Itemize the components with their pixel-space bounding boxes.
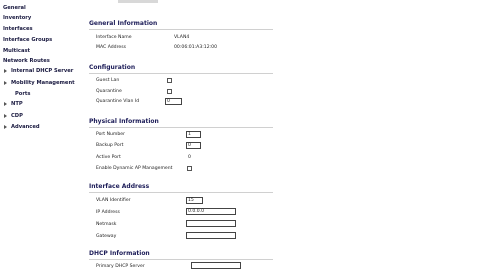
sidebar-item-label: Advanced (11, 124, 40, 130)
section-divider (89, 29, 273, 30)
backup-port-label: Backup Port (96, 143, 124, 148)
sidebar-item-ports[interactable]: Ports (15, 91, 31, 97)
primary-dhcp-server-input[interactable] (191, 262, 241, 269)
section-divider (89, 192, 273, 193)
dhcp-information-heading: DHCP Information (89, 250, 150, 257)
general-information-heading: General Information (89, 20, 158, 27)
configuration-heading: Configuration (89, 64, 136, 71)
active-port-label: Active Port (96, 155, 121, 160)
quarantine-vlan-input[interactable]: 0 (165, 98, 182, 105)
sidebar-item-label: NTP (11, 101, 23, 107)
gateway-label: Gateway (96, 234, 117, 239)
expand-triangle-icon[interactable] (4, 124, 7, 129)
netmask-input[interactable] (186, 220, 236, 227)
sidebar-item-ntp[interactable]: NTP (4, 101, 23, 107)
section-divider (89, 259, 273, 260)
gateway-input[interactable] (186, 232, 236, 239)
port-number-label: Port Number (96, 132, 126, 137)
expand-triangle-icon[interactable] (4, 68, 7, 73)
sidebar-item-general[interactable]: General (3, 5, 26, 11)
section-divider (89, 127, 273, 128)
sidebar-item-advanced[interactable]: Advanced (4, 124, 40, 130)
interface-address-heading: Interface Address (89, 183, 150, 190)
netmask-label: Netmask (96, 222, 117, 227)
interface-edit-form: General Information Interface Name VLAN4… (86, 0, 480, 270)
vlan-identifier-input[interactable]: 15 (186, 197, 203, 204)
mac-address-value: 00:06:01:A3:12:00 (174, 45, 218, 50)
sidebar-item-network-routes[interactable]: Network Routes (3, 58, 50, 64)
quarantine-vlan-label: Quarantine Vlan Id (96, 99, 140, 104)
header-strip (118, 0, 158, 3)
interface-name-label: Interface Name (96, 35, 132, 40)
active-port-value: 0 (188, 155, 191, 160)
sidebar-item-multicast[interactable]: Multicast (3, 48, 30, 54)
ip-address-input[interactable]: 0.0.0.0 (186, 208, 236, 215)
dynamic-ap-management-label: Enable Dynamic AP Management (96, 166, 173, 171)
mac-address-label: MAC Address (96, 45, 126, 50)
sidebar-item-inventory[interactable]: Inventory (3, 15, 31, 21)
sidebar-item-label: Internal DHCP Server (11, 68, 74, 74)
interface-name-value: VLAN4 (174, 35, 190, 40)
sidebar-item-cdp[interactable]: CDP (4, 113, 23, 119)
sidebar-item-interfaces[interactable]: Interfaces (3, 26, 33, 32)
section-divider (89, 73, 273, 74)
quarantine-checkbox[interactable] (167, 89, 172, 94)
sidebar-item-interface-groups[interactable]: Interface Groups (3, 37, 52, 43)
sidebar-item-label: CDP (11, 113, 23, 119)
port-number-input[interactable]: 1 (186, 131, 201, 138)
expand-triangle-icon[interactable] (4, 80, 7, 85)
sidebar-item-mobility-management[interactable]: Mobility Management (4, 80, 75, 86)
sidebar-item-label: Mobility Management (11, 80, 75, 86)
vlan-identifier-label: VLAN Identifier (96, 198, 131, 203)
sidebar-nav: General Inventory Interfaces Interface G… (0, 0, 86, 270)
guest-lan-checkbox[interactable] (167, 78, 172, 83)
guest-lan-label: Guest Lan (96, 78, 120, 83)
ip-address-label: IP Address (96, 210, 120, 215)
physical-information-heading: Physical Information (89, 118, 159, 125)
sidebar-item-internal-dhcp-server[interactable]: Internal DHCP Server (4, 68, 73, 74)
primary-dhcp-server-label: Primary DHCP Server (96, 264, 145, 269)
expand-triangle-icon[interactable] (4, 113, 7, 118)
backup-port-input[interactable]: 0 (186, 142, 201, 149)
dynamic-ap-management-checkbox[interactable] (187, 166, 192, 171)
quarantine-label: Quarantine (96, 89, 122, 94)
expand-triangle-icon[interactable] (4, 101, 7, 106)
